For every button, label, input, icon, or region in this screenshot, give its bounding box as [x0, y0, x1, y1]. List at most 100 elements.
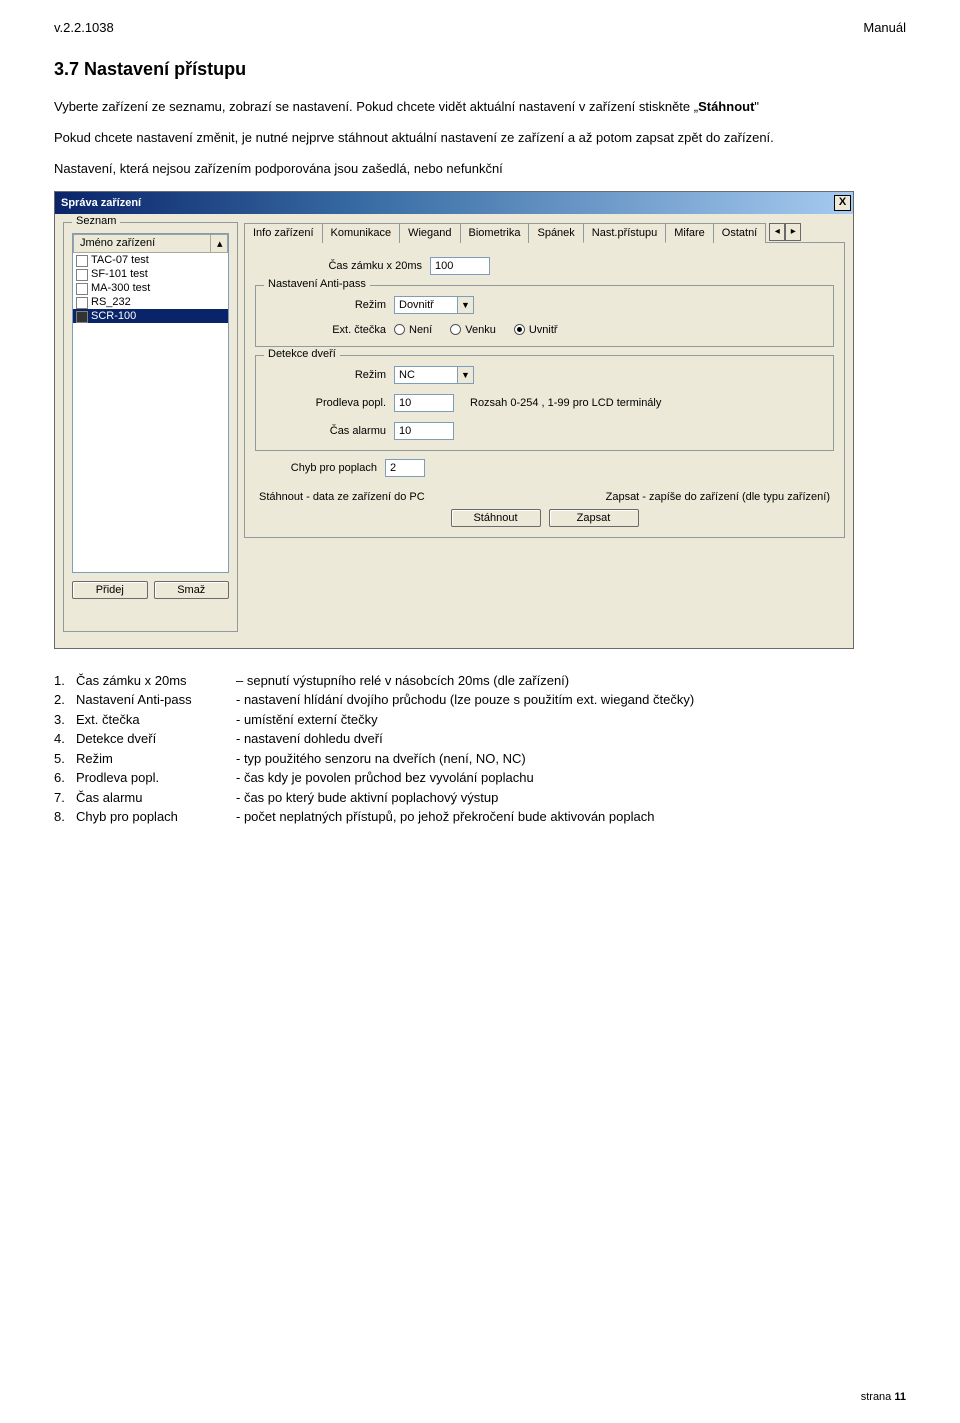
hint-write: Zapsat - zapíše do zařízení (dle typu za…	[606, 491, 830, 503]
radio-icon	[394, 324, 405, 335]
radio-icon	[514, 324, 525, 335]
antipass-mode-value: Dovnitř	[395, 299, 457, 311]
def-desc: - čas po který bude aktivní poplachový v…	[236, 788, 498, 808]
antipass-mode-select[interactable]: Dovnitř ▼	[394, 296, 474, 314]
def-desc: - umístění externí čtečky	[236, 710, 378, 730]
radio-label: Uvnitř	[529, 324, 558, 336]
alarm-label: Čas alarmu	[264, 425, 394, 437]
def-term: Prodleva popl.	[76, 768, 236, 788]
tab-wiegand[interactable]: Wiegand	[399, 223, 460, 243]
def-term: Čas zámku x 20ms	[76, 671, 236, 691]
close-button[interactable]: X	[834, 195, 851, 211]
tab-ostatn-[interactable]: Ostatní	[713, 223, 766, 243]
window-title: Správa zařízení	[61, 197, 141, 209]
def-term: Režim	[76, 749, 236, 769]
alarm-input[interactable]	[394, 422, 454, 440]
list-item[interactable]: MA-300 test	[73, 281, 228, 295]
list-header-name[interactable]: Jméno zařízení	[74, 235, 211, 252]
page-number: strana 11	[861, 1391, 906, 1403]
definition-row: 7.Čas alarmu- čas po který bude aktivní …	[54, 788, 906, 808]
definition-row: 6.Prodleva popl.- čas kdy je povolen prů…	[54, 768, 906, 788]
fails-input[interactable]	[385, 459, 425, 477]
definition-row: 8.Chyb pro poplach- počet neplatných pří…	[54, 807, 906, 827]
download-button[interactable]: Stáhnout	[451, 509, 541, 527]
def-term: Ext. čtečka	[76, 710, 236, 730]
version-text: v.2.2.1038	[54, 20, 114, 35]
def-num: 7.	[54, 788, 76, 808]
tab-nast-p-stupu[interactable]: Nast.přístupu	[583, 223, 666, 243]
definition-row: 4.Detekce dveří- nastavení dohledu dveří	[54, 729, 906, 749]
radio-není[interactable]: Není	[394, 324, 432, 336]
tabs-row: Info zařízeníKomunikaceWiegandBiometrika…	[244, 222, 845, 243]
def-term: Chyb pro poplach	[76, 807, 236, 827]
lock-time-input[interactable]	[430, 257, 490, 275]
tab-biometrika[interactable]: Biometrika	[460, 223, 530, 243]
window-titlebar[interactable]: Správa zařízení X	[55, 192, 853, 214]
def-num: 2.	[54, 690, 76, 710]
delay-help-text: Rozsah 0-254 , 1-99 pro LCD terminály	[470, 397, 661, 409]
chevron-down-icon: ▼	[457, 367, 473, 383]
fails-label: Chyb pro poplach	[255, 462, 385, 474]
radio-icon	[450, 324, 461, 335]
paragraph-3: Nastavení, která nejsou zařízením podpor…	[54, 160, 906, 179]
def-desc: - čas kdy je povolen průchod bez vyvolán…	[236, 768, 534, 788]
list-legend: Seznam	[72, 215, 120, 227]
list-item[interactable]: RS_232	[73, 295, 228, 309]
hint-download: Stáhnout - data ze zařízení do PC	[259, 491, 425, 503]
definition-row: 1.Čas zámku x 20ms– sepnutí výstupního r…	[54, 671, 906, 691]
def-num: 8.	[54, 807, 76, 827]
tab-sp-nek[interactable]: Spánek	[528, 223, 583, 243]
def-term: Nastavení Anti-pass	[76, 690, 236, 710]
list-item[interactable]: TAC-07 test	[73, 253, 228, 267]
add-button[interactable]: Přidej	[72, 581, 148, 599]
def-term: Čas alarmu	[76, 788, 236, 808]
tab-content-access: Čas zámku x 20ms Nastavení Anti-pass Rež…	[244, 243, 845, 538]
doc-header: v.2.2.1038 Manuál	[54, 20, 906, 35]
tab-info-za-zen-[interactable]: Info zařízení	[244, 223, 323, 243]
radio-label: Není	[409, 324, 432, 336]
antipass-mode-label: Režim	[264, 299, 394, 311]
radio-label: Venku	[465, 324, 496, 336]
definitions-list: 1.Čas zámku x 20ms– sepnutí výstupního r…	[54, 671, 906, 827]
device-management-window: Správa zařízení X Seznam Jméno zařízení …	[54, 191, 854, 649]
paragraph-1: Vyberte zařízení ze seznamu, zobrazí se …	[54, 98, 906, 117]
chevron-down-icon: ▼	[457, 297, 473, 313]
delay-input[interactable]	[394, 394, 454, 412]
def-desc: - typ použitého senzoru na dveřích (není…	[236, 749, 526, 769]
write-button[interactable]: Zapsat	[549, 509, 639, 527]
def-desc: – sepnutí výstupního relé v násobcích 20…	[236, 671, 569, 691]
doc-type-text: Manuál	[863, 20, 906, 35]
definition-row: 5.Režim- typ použitého senzoru na dveříc…	[54, 749, 906, 769]
door-mode-select[interactable]: NC ▼	[394, 366, 474, 384]
def-num: 5.	[54, 749, 76, 769]
radio-venku[interactable]: Venku	[450, 324, 496, 336]
section-heading: 3.7 Nastavení přístupu	[54, 59, 906, 80]
def-num: 1.	[54, 671, 76, 691]
antipass-legend: Nastavení Anti-pass	[264, 278, 370, 290]
list-item[interactable]: SCR-100	[73, 309, 228, 323]
door-mode-label: Režim	[264, 369, 394, 381]
scroll-up-icon[interactable]: ▴	[211, 235, 227, 252]
tab-scroll-right-icon[interactable]: ▸	[785, 223, 801, 241]
lock-time-label: Čas zámku x 20ms	[255, 260, 430, 272]
door-legend: Detekce dveří	[264, 348, 340, 360]
def-desc: - počet neplatných přístupů, po jehož př…	[236, 807, 654, 827]
list-item[interactable]: SF-101 test	[73, 267, 228, 281]
ext-reader-label: Ext. čtečka	[264, 324, 394, 336]
definition-row: 3.Ext. čtečka- umístění externí čtečky	[54, 710, 906, 730]
tab-scroll-left-icon[interactable]: ◂	[769, 223, 785, 241]
delay-label: Prodleva popl.	[264, 397, 394, 409]
def-num: 4.	[54, 729, 76, 749]
def-num: 6.	[54, 768, 76, 788]
definition-row: 2.Nastavení Anti-pass- nastavení hlídání…	[54, 690, 906, 710]
device-list[interactable]: Jméno zařízení ▴ TAC-07 testSF-101 testM…	[72, 233, 229, 573]
delete-button[interactable]: Smaž	[154, 581, 230, 599]
radio-uvnitř[interactable]: Uvnitř	[514, 324, 558, 336]
def-desc: - nastavení dohledu dveří	[236, 729, 383, 749]
def-term: Detekce dveří	[76, 729, 236, 749]
paragraph-2: Pokud chcete nastavení změnit, je nutné …	[54, 129, 906, 148]
door-mode-value: NC	[395, 369, 457, 381]
tab-komunikace[interactable]: Komunikace	[322, 223, 401, 243]
tab-mifare[interactable]: Mifare	[665, 223, 714, 243]
page-footer: strana 11	[861, 1391, 906, 1403]
